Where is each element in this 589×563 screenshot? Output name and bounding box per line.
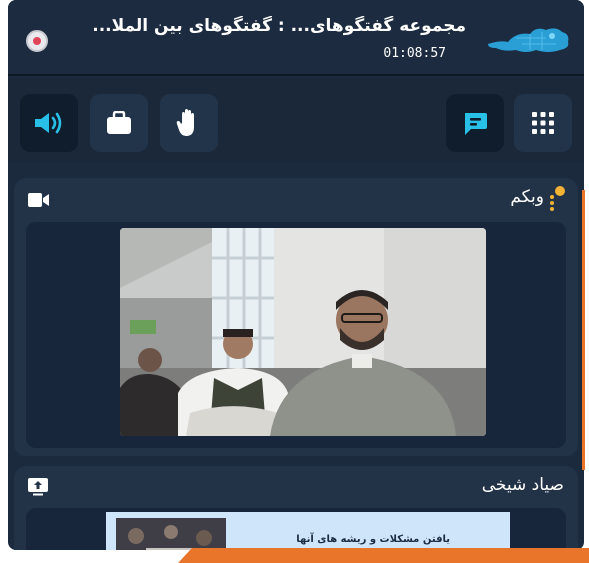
screen-share-icon[interactable] [28,478,48,496]
app-window: مجموعه گفتگوهای... : گفتگوهای بین الملا.… [8,0,584,550]
grid-menu-icon [532,112,554,134]
orange-accent-bar [178,548,589,563]
webcam-video-feed[interactable] [120,228,486,436]
header-bar: مجموعه گفتگوهای... : گفتگوهای بین الملا.… [8,0,584,76]
chat-icon [465,113,487,135]
speaker-icon [35,112,62,134]
share-panel-title: صیاد شیخی [481,475,564,495]
briefcase-button[interactable] [90,94,148,152]
briefcase-icon [107,111,131,134]
session-title: مجموعه گفتگوهای... : گفتگوهای بین الملا.… [92,16,466,36]
raise-hand-button[interactable] [160,94,218,152]
screen-share-panel: صیاد شیخی یافتن مشکلات و ریشه های آنها [14,466,578,550]
share-panel-header: صیاد شیخی [14,466,578,510]
session-timer: 01:08:57 [383,46,446,61]
webcam-video-area [26,222,566,448]
webcam-panel-title: وبکم [510,187,544,207]
slide-photo [116,518,226,550]
video-camera-icon[interactable] [28,192,50,208]
record-dot-icon[interactable] [26,30,48,52]
speaker-button[interactable] [20,94,78,152]
orange-accent-side [582,190,585,470]
raise-hand-icon [176,109,194,136]
shared-screen-area: یافتن مشکلات و ریشه های آنها [26,508,566,550]
kebab-menu-icon[interactable] [546,184,566,214]
slide-text: یافتن مشکلات و ریشه های آنها [296,534,450,545]
toolbar [8,78,584,162]
grid-menu-button[interactable] [514,94,572,152]
webcam-panel: وبکم [14,178,578,456]
slide-photo-image [116,518,226,550]
webcam-panel-header: وبکم [14,178,578,222]
shared-slide[interactable]: یافتن مشکلات و ریشه های آنها [106,512,510,550]
brand-logo [488,28,569,52]
chat-button[interactable] [446,94,504,152]
